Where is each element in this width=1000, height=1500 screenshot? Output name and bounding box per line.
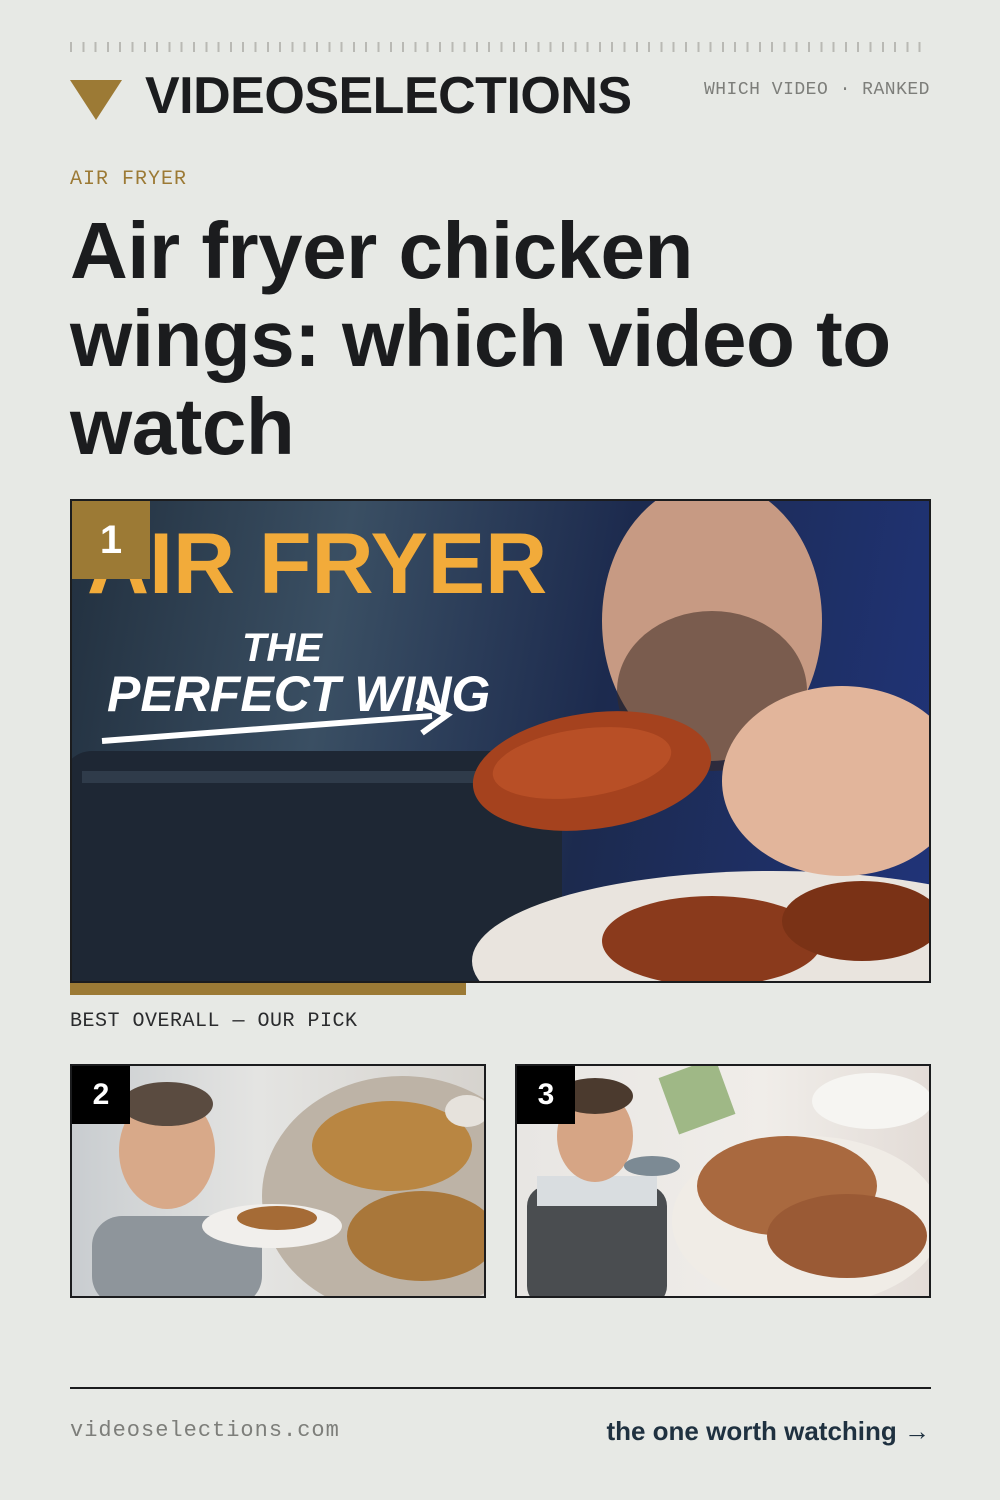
pick-caption: BEST OVERALL — OUR PICK: [70, 1010, 358, 1033]
basket-rim: [82, 771, 522, 783]
video-thumbnail-2[interactable]: 2: [70, 1064, 486, 1298]
thumbnail-2-artwork: [92, 1076, 484, 1296]
cta-link[interactable]: the one worth watching →: [606, 1416, 930, 1447]
site-tagline: WHICH VIDEO · RANKED: [703, 80, 930, 100]
site-domain[interactable]: videoselections.com: [70, 1418, 340, 1443]
rank-badge-1: 1: [72, 501, 150, 579]
person-hair: [121, 1082, 213, 1126]
logo-triangle-icon: [70, 80, 122, 120]
footer-divider: [70, 1387, 931, 1389]
celery-sticks: [658, 1066, 736, 1135]
dip-bowl: [812, 1073, 929, 1129]
wing-pile-b: [767, 1194, 927, 1278]
overlay-subtitle-1: THE: [242, 626, 323, 670]
brand-name[interactable]: VIDEOSELECTIONS: [145, 66, 632, 126]
video-thumbnail-3[interactable]: 3: [515, 1064, 931, 1298]
page-title: Air fryer chicken wings: which video to …: [70, 206, 891, 471]
rank-badge-2: 2: [72, 1066, 130, 1124]
thumbnail-3-artwork: [527, 1066, 929, 1296]
category-label[interactable]: AIR FRYER: [70, 168, 187, 191]
ruler-ticks: [70, 42, 930, 52]
video-thumbnail-1[interactable]: 1 AIR FRYER THE PERFECT WING: [70, 499, 931, 983]
pick-accent-bar: [70, 983, 466, 995]
overlay-subtitle-2: PERFECT WING: [107, 666, 490, 722]
rank-badge-3: 3: [517, 1066, 575, 1124]
small-plate: [624, 1156, 680, 1176]
plate-wings: [237, 1206, 317, 1230]
overlay-title: AIR FRYER: [87, 516, 547, 612]
thumbnail-1-artwork: AIR FRYER THE PERFECT WING: [72, 501, 929, 981]
